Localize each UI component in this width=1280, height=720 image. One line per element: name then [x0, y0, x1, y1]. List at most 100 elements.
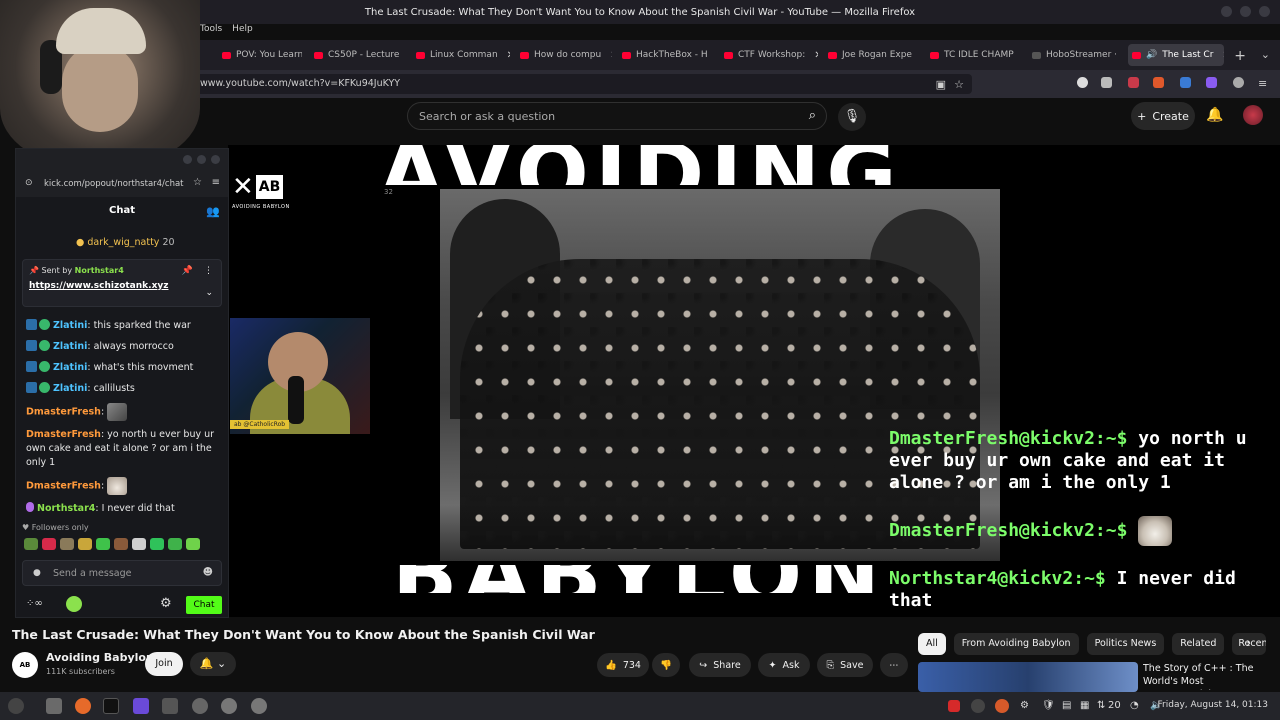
extension-icon[interactable] [1206, 77, 1217, 88]
terminal-icon[interactable] [103, 698, 119, 714]
clipboard-icon[interactable]: ▤ [1062, 700, 1071, 711]
menu-icon[interactable]: ≡ [212, 177, 220, 188]
app-icon[interactable] [162, 698, 178, 714]
minimize-button[interactable] [1221, 6, 1232, 17]
emote-icon[interactable] [78, 538, 92, 550]
chat-send-button[interactable]: Chat [186, 596, 222, 614]
emote-icon[interactable] [114, 538, 128, 550]
tray-icon[interactable] [995, 699, 1009, 713]
extension-icon[interactable] [1153, 77, 1164, 88]
emote-icon[interactable] [186, 538, 200, 550]
create-button[interactable]: + Create [1131, 102, 1195, 130]
chip-all[interactable]: All [918, 633, 946, 655]
channel-avatar[interactable]: AB [12, 652, 38, 678]
record-icon[interactable] [948, 700, 960, 712]
extensions-icon[interactable] [1101, 77, 1112, 88]
more-icon[interactable]: ⋮ [204, 266, 213, 276]
avatar[interactable] [1243, 105, 1263, 125]
pinned-link[interactable]: https://www.schizotank.xyz [29, 281, 215, 291]
tab[interactable]: POV: You Learn✕ [218, 44, 302, 66]
chip-politics-news[interactable]: Politics News [1086, 633, 1165, 655]
emote-icon[interactable] [60, 538, 74, 550]
minimize-button[interactable] [183, 155, 192, 164]
emote-icon[interactable] [150, 538, 164, 550]
settings-icon[interactable] [251, 698, 267, 714]
new-tab-icon[interactable]: + [1234, 48, 1246, 64]
notifications-bell-icon[interactable]: 🔔 [1206, 107, 1223, 123]
network-icon[interactable]: ⇅ [1097, 700, 1105, 711]
emoji-icon[interactable]: ☻ [203, 567, 213, 578]
close-tab-icon[interactable]: ✕ [814, 50, 818, 61]
obs-tray-icon[interactable] [971, 699, 985, 713]
close-window-button[interactable] [211, 155, 220, 164]
chevron-down-icon[interactable]: ⌄ [205, 288, 213, 298]
close-tab-icon[interactable]: ✕ [610, 50, 612, 61]
emote-icon[interactable] [96, 538, 110, 550]
address-bar[interactable]: www.youtube.com/watch?v=KFKu94JuKYY ▣ ☆ [190, 74, 972, 94]
search-icon[interactable]: ⌕ [809, 108, 816, 123]
files-icon[interactable] [46, 698, 62, 714]
extension-icon[interactable] [1180, 77, 1191, 88]
extension-icon[interactable] [1233, 77, 1244, 88]
firefox-icon[interactable] [75, 698, 91, 714]
recommended-title[interactable]: The Story of C++ : The World's Most Cons… [1143, 662, 1273, 690]
obs-icon[interactable] [192, 698, 208, 714]
app-icon[interactable] [133, 698, 149, 714]
points-icon[interactable]: ⁘∞ [26, 598, 43, 609]
speaker-icon[interactable]: 🔊 [1146, 50, 1157, 60]
ask-button[interactable]: ✦ Ask [758, 653, 810, 677]
users-icon[interactable]: 👥 [206, 205, 220, 218]
pinned-message[interactable]: 📌 Sent by Northstar4 https://www.schizot… [22, 259, 222, 307]
menu-help[interactable]: Help [232, 24, 253, 40]
clock[interactable]: Friday, August 14, 01:13 [1158, 700, 1268, 710]
close-tab-icon[interactable]: ✕ [507, 50, 510, 61]
reader-view-icon[interactable]: ▣ [936, 78, 946, 91]
tab[interactable]: Linux Comman ✕ [412, 44, 510, 66]
tab[interactable]: CTF Workshop: ✕ [720, 44, 818, 66]
save-button[interactable]: ⎘ Save [817, 653, 873, 677]
tray-icon[interactable]: ⚙ [1020, 700, 1029, 711]
emote-icon[interactable] [42, 538, 56, 550]
recommended-thumbnail[interactable] [918, 662, 1138, 692]
wifi-icon[interactable]: ◔ [1130, 700, 1139, 711]
more-actions-button[interactable]: ⋯ [880, 653, 908, 677]
search-input[interactable]: Search or ask a question ⌕ [407, 102, 827, 130]
tab[interactable]: How do compu ✕ [516, 44, 612, 66]
close-window-button[interactable] [1259, 6, 1270, 17]
subscribe-bell-button[interactable]: 🔔 ⌄ [190, 652, 236, 676]
chip-from-channel[interactable]: From Avoiding Babylon [953, 633, 1079, 655]
bookmark-star-icon[interactable]: ☆ [193, 177, 202, 188]
account-icon[interactable] [1077, 77, 1088, 88]
tab[interactable]: TC IDLE CHAMP✕ [926, 44, 1022, 66]
join-button[interactable]: Join [145, 652, 183, 676]
maximize-button[interactable] [197, 155, 206, 164]
channel-name[interactable]: Avoiding Babylon [46, 651, 154, 664]
tab[interactable]: Joe Rogan Expe✕ [824, 44, 920, 66]
tray-icon[interactable]: 🛡 [1042, 700, 1055, 711]
menu-tools[interactable]: Tools [200, 24, 222, 40]
tray-icon[interactable]: ▦ [1080, 700, 1089, 711]
chevron-right-icon[interactable]: › [1246, 636, 1251, 651]
bookmark-star-icon[interactable]: ☆ [954, 78, 964, 91]
share-button[interactable]: ↪ Share [689, 653, 751, 677]
dislike-button[interactable]: 👎 [652, 653, 680, 677]
start-menu-icon[interactable] [8, 698, 24, 714]
popup-address-bar[interactable]: ⊙ kick.com/popout/northstar4/chat ☆ ≡ [16, 171, 228, 197]
emote-icon[interactable] [168, 538, 182, 550]
chip-related[interactable]: Related [1172, 633, 1225, 655]
voice-search-icon[interactable]: 🎙 [838, 103, 866, 131]
emote-icon[interactable] [132, 538, 146, 550]
pin-icon[interactable]: 📌 [182, 266, 193, 276]
tab[interactable]: HackTheBox - H✕ [618, 44, 714, 66]
close-tab-icon[interactable]: ✕ [1222, 50, 1224, 61]
emote-icon[interactable] [24, 538, 38, 550]
settings-icon[interactable] [221, 698, 237, 714]
tab[interactable]: HoboStreamer ·✕ [1028, 44, 1124, 66]
menu-icon[interactable]: ≡ [1258, 77, 1267, 90]
like-button[interactable]: 👍 734 [597, 653, 649, 677]
gear-icon[interactable]: ⚙ [160, 596, 172, 611]
list-tabs-icon[interactable]: ⌄ [1261, 48, 1270, 61]
send-message-input[interactable]: ● Send a message ☻ [22, 560, 222, 586]
tab[interactable]: CS50P - Lecture✕ [310, 44, 406, 66]
tab-active[interactable]: 🔊 The Last Cr ✕ [1128, 44, 1224, 66]
